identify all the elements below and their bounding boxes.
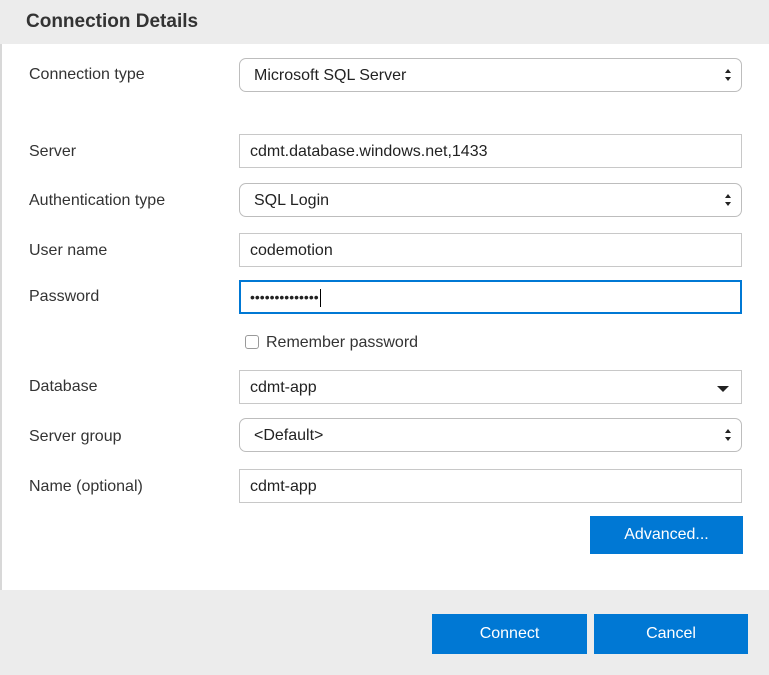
updown-chevrons-icon <box>725 194 731 206</box>
server-group-label: Server group <box>29 428 122 445</box>
cancel-button[interactable]: Cancel <box>594 614 748 654</box>
password-input[interactable]: •••••••••••••• <box>239 280 742 314</box>
auth-type-select[interactable]: SQL Login <box>239 183 742 217</box>
server-label: Server <box>29 143 77 160</box>
database-value: cdmt-app <box>250 379 317 396</box>
database-combobox[interactable]: cdmt-app <box>239 370 742 404</box>
caret-down-icon[interactable] <box>717 386 729 392</box>
dialog-header: Connection Details <box>0 0 769 44</box>
server-group-select[interactable]: <Default> <box>239 418 742 452</box>
password-label: Password <box>29 288 100 305</box>
remember-password-checkbox[interactable] <box>245 335 259 349</box>
advanced-button-label: Advanced... <box>624 526 709 543</box>
name-value: cdmt-app <box>250 478 317 495</box>
connection-type-select[interactable]: Microsoft SQL Server <box>239 58 742 92</box>
advanced-button[interactable]: Advanced... <box>590 516 743 554</box>
text-cursor <box>319 289 321 308</box>
updown-chevrons-icon <box>725 69 731 81</box>
window-left-edge <box>0 0 2 675</box>
remember-password-label[interactable]: Remember password <box>266 334 418 352</box>
password-value: •••••••••••••• <box>250 289 319 305</box>
database-label: Database <box>29 378 98 395</box>
auth-type-label: Authentication type <box>29 192 166 209</box>
dialog-title: Connection Details <box>26 11 199 32</box>
name-input[interactable]: cdmt-app <box>239 469 742 503</box>
connection-type-value: Microsoft SQL Server <box>254 67 407 84</box>
name-label: Name (optional) <box>29 478 143 495</box>
server-input[interactable]: cdmt.database.windows.net,1433 <box>239 134 742 168</box>
user-name-value: codemotion <box>250 242 333 259</box>
cancel-button-label: Cancel <box>646 625 696 642</box>
user-name-input[interactable]: codemotion <box>239 233 742 267</box>
connection-type-label: Connection type <box>29 66 145 83</box>
auth-type-value: SQL Login <box>254 192 330 209</box>
connect-button[interactable]: Connect <box>432 614 587 654</box>
updown-chevrons-icon <box>725 429 731 441</box>
server-group-value: <Default> <box>254 427 324 444</box>
user-name-label: User name <box>29 242 108 259</box>
server-value: cdmt.database.windows.net,1433 <box>250 143 488 160</box>
connect-button-label: Connect <box>479 625 540 642</box>
